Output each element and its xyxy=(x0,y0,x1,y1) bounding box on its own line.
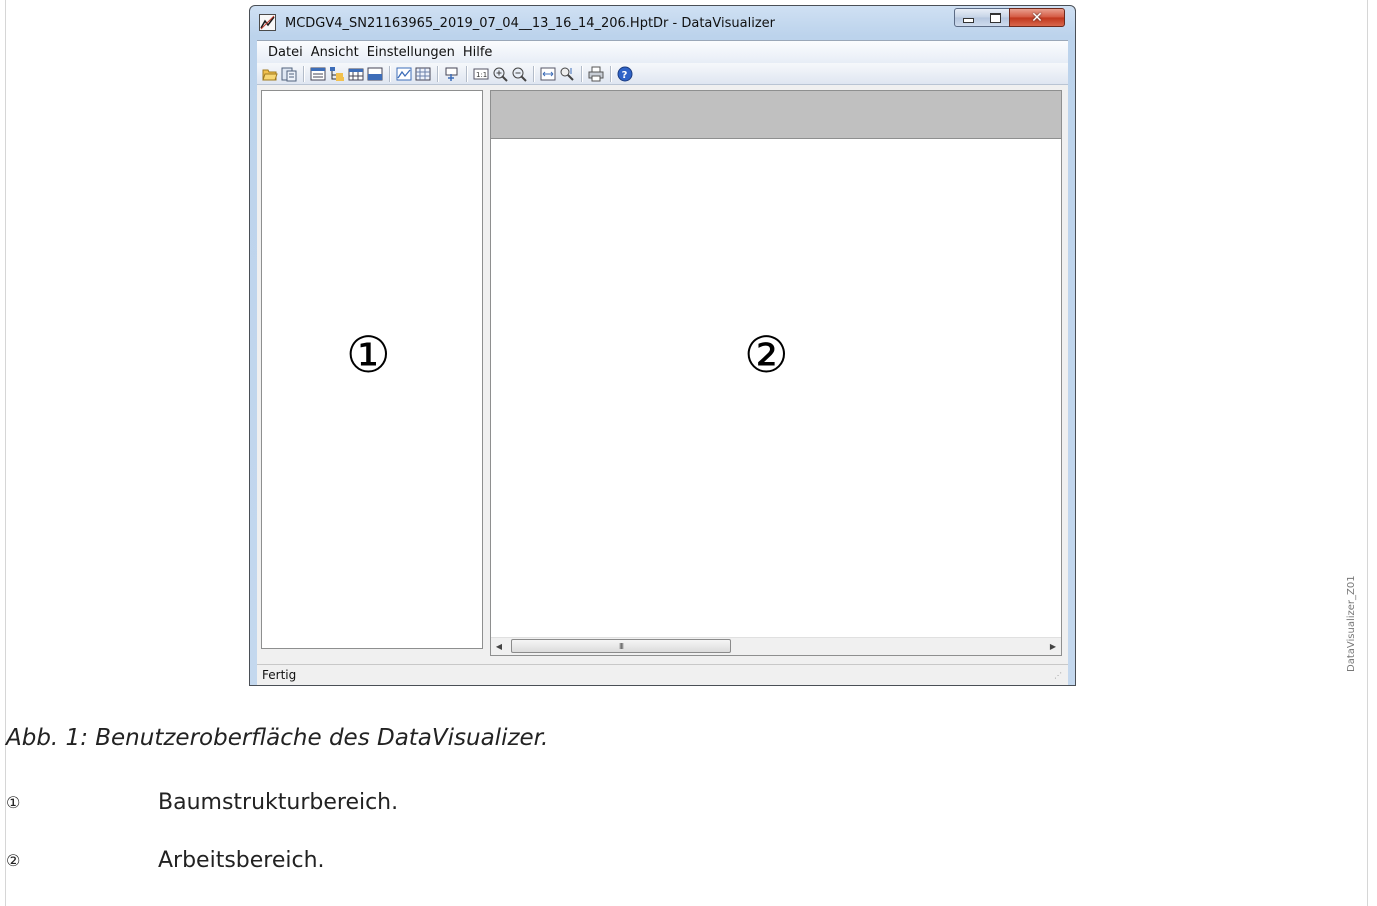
scroll-thumb[interactable]: III xyxy=(511,639,731,653)
cursor-icon[interactable] xyxy=(444,66,460,82)
figure-caption: Abb. 1: Benutzeroberfläche des DataVisua… xyxy=(6,725,549,751)
horizontal-scrollbar[interactable]: ◀ III ▶ xyxy=(491,637,1061,655)
list-view-icon[interactable] xyxy=(310,66,326,82)
print-icon[interactable] xyxy=(588,66,604,82)
maximize-button[interactable] xyxy=(982,8,1010,27)
toolbar-separator xyxy=(610,65,612,82)
zoom-1to1-icon[interactable]: 1:1 xyxy=(473,66,489,82)
client-area: Datei Ansicht Einstellungen Hilfe 1:1 ? … xyxy=(257,40,1068,685)
toolbar: 1:1 ? xyxy=(257,63,1068,85)
zoom-out-icon[interactable] xyxy=(511,66,527,82)
close-icon: ✕ xyxy=(1031,9,1043,26)
app-logo-icon xyxy=(259,14,276,31)
legend-number: ① xyxy=(6,793,21,812)
legend-text: Arbeitsbereich. xyxy=(158,848,325,873)
minimize-icon xyxy=(963,18,974,23)
open-folder-icon[interactable] xyxy=(262,66,278,82)
maximize-icon xyxy=(990,12,1001,23)
menu-bar: Datei Ansicht Einstellungen Hilfe xyxy=(257,41,1068,63)
toolbar-separator xyxy=(389,65,391,82)
window-title: MCDGV4_SN21163965_2019_07_04__13_16_14_2… xyxy=(285,16,775,31)
toolbar-separator xyxy=(303,65,305,82)
scroll-grip: III xyxy=(618,641,624,651)
scroll-right-icon[interactable]: ▶ xyxy=(1045,638,1061,655)
toolbar-separator xyxy=(437,65,439,82)
legend-number: ② xyxy=(6,851,21,870)
menu-hilfe[interactable]: Hilfe xyxy=(460,45,498,60)
toolbar-separator xyxy=(533,65,535,82)
table-icon[interactable] xyxy=(348,66,364,82)
svg-text:1:1: 1:1 xyxy=(476,71,487,79)
tree-view-icon[interactable] xyxy=(329,66,345,82)
toolbar-separator xyxy=(581,65,583,82)
fit-height-icon[interactable] xyxy=(559,66,575,82)
svg-text:?: ? xyxy=(622,70,628,81)
work-pane-marker: ② xyxy=(744,326,789,384)
tree-pane-marker: ① xyxy=(346,326,391,384)
tree-structure-pane[interactable]: ① xyxy=(261,90,483,649)
zoom-in-icon[interactable] xyxy=(492,66,508,82)
size-grip-icon[interactable]: ⋰ xyxy=(1054,671,1066,683)
app-window: MCDGV4_SN21163965_2019_07_04__13_16_14_2… xyxy=(249,5,1076,686)
scroll-left-icon[interactable]: ◀ xyxy=(491,638,507,655)
help-icon[interactable]: ? xyxy=(617,66,633,82)
figure-id: DataVisualizer_Z01 xyxy=(1346,575,1357,672)
title-bar[interactable]: MCDGV4_SN21163965_2019_07_04__13_16_14_2… xyxy=(250,6,1075,40)
save-icon[interactable] xyxy=(281,66,297,82)
menu-einstellungen[interactable]: Einstellungen xyxy=(364,45,460,60)
minimize-button[interactable] xyxy=(954,8,983,27)
status-bar: Fertig ⋰ xyxy=(257,664,1068,685)
menu-datei[interactable]: Datei xyxy=(265,45,308,60)
work-area-pane[interactable]: ② ◀ III ▶ xyxy=(490,90,1062,656)
toolbar-separator xyxy=(466,65,468,82)
panel-icon[interactable] xyxy=(367,66,383,82)
fit-width-icon[interactable] xyxy=(540,66,556,82)
legend-text: Baumstrukturbereich. xyxy=(158,790,399,815)
close-button[interactable]: ✕ xyxy=(1009,8,1065,27)
work-area-header xyxy=(491,91,1061,139)
status-text: Fertig xyxy=(262,668,297,682)
menu-ansicht[interactable]: Ansicht xyxy=(308,45,364,60)
chart-icon[interactable] xyxy=(396,66,412,82)
grid-icon[interactable] xyxy=(415,66,431,82)
